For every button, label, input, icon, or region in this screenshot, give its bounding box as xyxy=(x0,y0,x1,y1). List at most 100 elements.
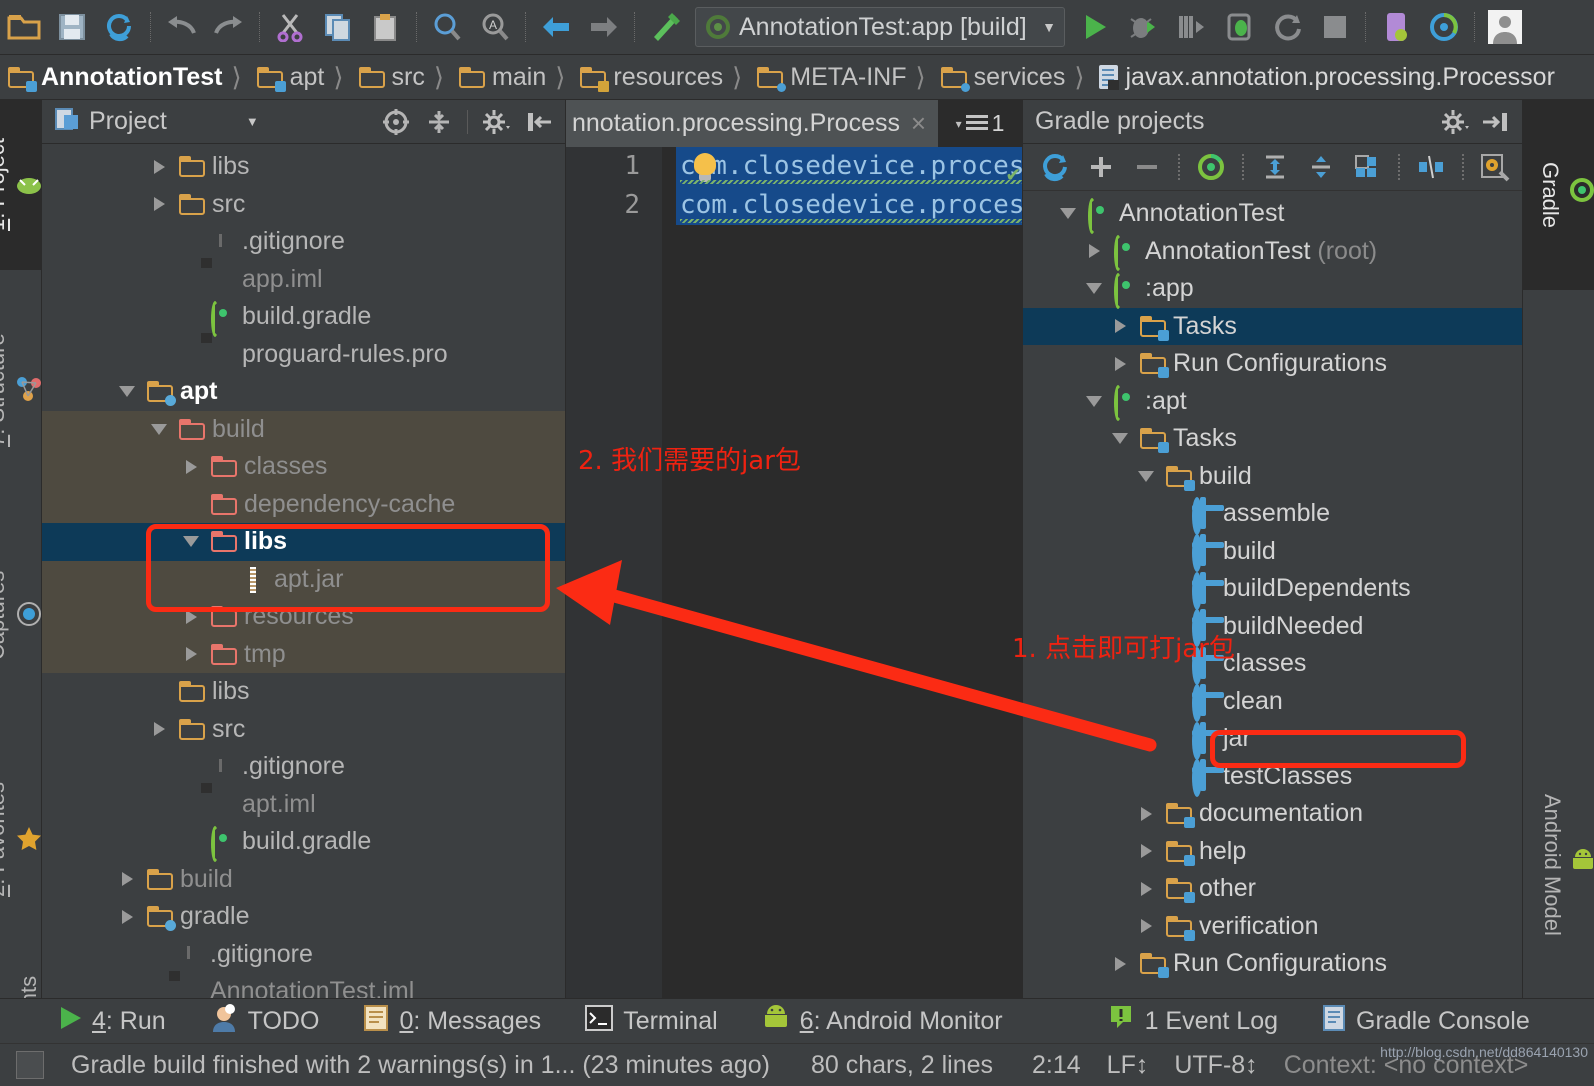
status-indicator-box[interactable] xyxy=(16,1051,44,1079)
gradle-tree-item-builddependents[interactable]: buildDependents xyxy=(1023,570,1522,610)
tree-item-build[interactable]: build xyxy=(42,861,565,899)
sidebar-item-captures[interactable]: Captures xyxy=(0,530,42,700)
gradle-tree-item-tasks[interactable]: Tasks xyxy=(1023,420,1522,458)
tree-item-classes[interactable]: classes xyxy=(42,448,565,486)
tree-item-gradle[interactable]: gradle xyxy=(42,898,565,936)
gradle-tree-item--apt[interactable]: :apt xyxy=(1023,383,1522,422)
replace-icon[interactable]: A xyxy=(473,5,517,49)
gradle-tree-item-jar[interactable]: jar xyxy=(1023,720,1522,760)
build-hammer-icon[interactable] xyxy=(643,5,687,49)
editor-tab-processor[interactable]: nnotation.processing.Processor × xyxy=(566,100,938,147)
hide-panel-icon[interactable] xyxy=(521,104,557,140)
editor-tab-overflow[interactable]: ▾ 1 xyxy=(938,100,1022,147)
chevron-down-icon[interactable] xyxy=(178,536,204,548)
stop-icon[interactable] xyxy=(1313,5,1357,49)
gradle-tree-item-annotationtest[interactable]: AnnotationTest (root) xyxy=(1023,233,1522,272)
expand-all-icon[interactable] xyxy=(1255,147,1295,187)
code-line[interactable]: com.closedevice.proces xyxy=(676,186,1022,225)
forward-icon[interactable] xyxy=(582,5,626,49)
gradle-tree-item--app[interactable]: :app xyxy=(1023,270,1522,309)
breadcrumb-item-meta-inf[interactable]: META-INF ⟩ xyxy=(749,55,932,100)
chevron-right-icon[interactable] xyxy=(1107,319,1133,334)
sdk-manager-icon[interactable] xyxy=(1422,5,1466,49)
bottom-item-android-monitor[interactable]: 6: Android Monitor xyxy=(740,1004,1025,1038)
sidebar-item-structure[interactable]: 7: Structure xyxy=(0,290,42,490)
chevron-right-icon[interactable] xyxy=(178,647,204,662)
collapse-all-icon[interactable] xyxy=(1301,147,1341,187)
gradle-tree-item-clean[interactable]: clean xyxy=(1023,683,1522,723)
tree-item-apt-iml[interactable]: apt.iml xyxy=(42,786,565,824)
tree-item-src[interactable]: src xyxy=(42,711,565,749)
chevron-right-icon[interactable] xyxy=(1081,244,1107,259)
chevron-down-icon[interactable] xyxy=(114,386,140,398)
intention-bulb-icon[interactable] xyxy=(694,153,716,175)
back-icon[interactable] xyxy=(534,5,578,49)
find-icon[interactable] xyxy=(425,5,469,49)
tree-item-resources[interactable]: resources xyxy=(42,598,565,636)
gradle-settings-icon[interactable] xyxy=(1475,147,1515,187)
chevron-down-icon[interactable] xyxy=(1133,470,1159,482)
run-coverage-icon[interactable] xyxy=(1169,5,1213,49)
redo-icon[interactable] xyxy=(207,5,251,49)
save-icon[interactable] xyxy=(50,5,94,49)
breadcrumb-item-annotationtest[interactable]: AnnotationTest ⟩ xyxy=(0,55,249,100)
tree-item-build-gradle[interactable]: build.gradle xyxy=(42,823,565,862)
breadcrumb-item-resources[interactable]: resources ⟩ xyxy=(572,55,749,100)
gradle-tree[interactable]: AnnotationTest AnnotationTest (root):app T… xyxy=(1023,191,1522,983)
tree-item-apt-jar[interactable]: apt.jar xyxy=(42,560,565,598)
tree-item-proguard-rules-pro[interactable]: proguard-rules.pro xyxy=(42,336,565,374)
chevron-right-icon[interactable] xyxy=(114,909,140,924)
tree-item-dependency-cache[interactable]: dependency-cache xyxy=(42,485,565,523)
chevron-down-icon[interactable]: ▼ xyxy=(246,114,259,129)
bottom-item-messages[interactable]: 0: Messages xyxy=(341,1004,563,1039)
breadcrumb-item-services[interactable]: services ⟩ xyxy=(933,55,1092,100)
gradle-tree-item-run-configurations[interactable]: Run Configurations xyxy=(1023,345,1522,383)
editor-code[interactable]: com.closedevice.proces ✔ com.closedevice… xyxy=(676,147,1022,998)
tree-item-libs[interactable]: libs xyxy=(42,523,565,561)
avd-manager-icon[interactable] xyxy=(1374,5,1418,49)
chevron-right-icon[interactable] xyxy=(114,872,140,887)
sidebar-item-android-model[interactable]: Android Model xyxy=(1523,740,1594,990)
close-icon[interactable]: × xyxy=(911,108,926,139)
gradle-tree-item-build[interactable]: build xyxy=(1023,458,1522,496)
tree-item-tmp[interactable]: tmp xyxy=(42,635,565,673)
code-line[interactable]: com.closedevice.proces ✔ xyxy=(676,147,1022,186)
chevron-right-icon[interactable] xyxy=(178,609,204,624)
bottom-item-gradle-console[interactable]: Gradle Console xyxy=(1300,1004,1552,1039)
chevron-down-icon[interactable] xyxy=(1055,208,1081,220)
undo-icon[interactable] xyxy=(159,5,203,49)
open-folder-icon[interactable] xyxy=(2,5,46,49)
gradle-tree-item-assemble[interactable]: assemble xyxy=(1023,495,1522,535)
gradle-tree-item-annotationtest[interactable]: AnnotationTest xyxy=(1023,195,1522,234)
tree-item-libs[interactable]: libs xyxy=(42,673,565,711)
tree-item-app-iml[interactable]: app.iml xyxy=(42,261,565,299)
status-caret-position[interactable]: 2:14 xyxy=(1006,1051,1094,1080)
gradle-tree-item-run-configurations[interactable]: Run Configurations xyxy=(1023,945,1522,983)
tree-item--gitignore[interactable]: .gitignore xyxy=(42,223,565,261)
hide-panel-icon[interactable] xyxy=(1478,105,1512,139)
chevron-right-icon[interactable] xyxy=(1133,919,1159,934)
gradle-tree-item-documentation[interactable]: documentation xyxy=(1023,795,1522,833)
bottom-item-event-log[interactable]: 1 Event Log xyxy=(1087,1004,1300,1039)
sync-icon[interactable] xyxy=(98,5,142,49)
gradle-tree-item-testclasses[interactable]: testClasses xyxy=(1023,758,1522,798)
breadcrumb-item-src[interactable]: src ⟩ xyxy=(351,55,451,100)
tree-item-src[interactable]: src xyxy=(42,186,565,224)
chevron-right-icon[interactable] xyxy=(1107,356,1133,371)
locate-target-icon[interactable] xyxy=(378,104,414,140)
gradle-tree-item-build[interactable]: build xyxy=(1023,533,1522,573)
gradle-tree-item-other[interactable]: other xyxy=(1023,870,1522,908)
tree-item-libs[interactable]: libs xyxy=(42,148,565,186)
toggle-tasks-icon[interactable] xyxy=(1411,147,1451,187)
chevron-down-icon[interactable] xyxy=(1081,283,1107,295)
refresh-icon[interactable] xyxy=(1035,147,1075,187)
sidebar-item-favorites[interactable]: 2: Favorites xyxy=(0,740,42,940)
status-line-separator[interactable]: LF↕ xyxy=(1094,1051,1162,1080)
gradle-tree-item-tasks[interactable]: Tasks xyxy=(1023,307,1522,345)
toggle-offline-icon[interactable] xyxy=(1347,147,1387,187)
bottom-item-terminal[interactable]: Terminal xyxy=(563,1004,739,1038)
settings-gear-icon[interactable] xyxy=(1438,105,1472,139)
chevron-right-icon[interactable] xyxy=(1133,806,1159,821)
gradle-tree-item-verification[interactable]: verification xyxy=(1023,908,1522,946)
chevron-right-icon[interactable] xyxy=(146,722,172,737)
